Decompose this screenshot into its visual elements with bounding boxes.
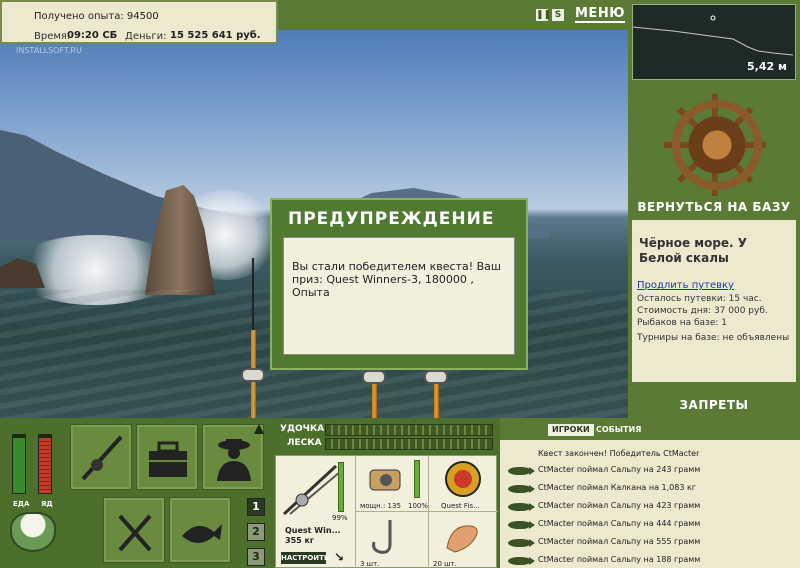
line-name: Quest Fis...	[441, 502, 480, 510]
line-label: ЛЕСКА	[287, 438, 322, 448]
event-row: CtMacter поймал Сальпу на 423 грамм	[538, 501, 701, 510]
poison-meter	[38, 434, 52, 494]
fish-icon	[182, 524, 222, 543]
rod-2[interactable]	[362, 370, 386, 418]
events-header: ИГРОКИ СОБЫТИЯ	[500, 418, 800, 440]
tackle-box-icon	[149, 441, 187, 477]
reel-condition: 100%	[408, 502, 429, 510]
fish-icon	[508, 557, 535, 565]
right-panel: 5,42 м ВЕРНУТЬСЯ НА БАЗУ Чёрное море. У …	[628, 0, 800, 418]
event-row: Квест закончен! Победитель CtMacter	[538, 449, 700, 458]
bait-count: 20 шт.	[433, 560, 457, 568]
tab-players[interactable]: ИГРОКИ	[548, 424, 594, 436]
setup-button[interactable]: НАСТРОИТЬ	[281, 552, 329, 564]
fish-cage-button[interactable]	[169, 497, 231, 563]
event-row: CtMacter поймал Сальпу на 243 грамм	[538, 465, 701, 474]
hook-icon	[372, 520, 392, 554]
line-tension-bar	[325, 438, 493, 450]
rod-1[interactable]	[241, 330, 265, 418]
watermark: INSTALLSOFT.RU	[16, 46, 82, 55]
experience-text: Получено опыта: 94500	[34, 11, 159, 22]
location-title: Чёрное море. У Белой скалы	[639, 236, 748, 265]
event-row: CtMacter поймал Сальпу на 188 грамм	[538, 555, 701, 564]
rod-condition: 99%	[332, 514, 348, 522]
page-2-button[interactable]: 2	[247, 523, 265, 541]
time-label: Время:	[34, 31, 71, 42]
reel-icon	[362, 370, 386, 384]
rod-label: УДОЧКА	[280, 424, 325, 434]
event-row: CtMacter поймал Калкана на 1,083 кг	[538, 483, 696, 492]
food-meter	[12, 434, 26, 494]
dialog-title: ПРЕДУПРЕЖДЕНИЕ	[288, 209, 495, 229]
fish-icon	[508, 539, 535, 547]
bait-slot[interactable]: 20 шт.	[429, 512, 498, 568]
reel-slot[interactable]: мощн.: 135 100%	[356, 456, 429, 512]
base-info-line: Стоимость дня: 37 000 руб.	[637, 306, 768, 316]
bait-icon	[446, 525, 478, 553]
rods-button[interactable]	[70, 424, 132, 490]
money-label: Деньги:	[125, 31, 167, 42]
reel-icon	[241, 368, 265, 382]
depth-sonar: 5,42 м	[632, 4, 796, 80]
reel-icon	[424, 370, 448, 384]
line-slot[interactable]: Quest Fis...	[429, 456, 498, 512]
rod-condition-bar	[338, 462, 344, 512]
warning-dialog[interactable]: ПРЕДУПРЕЖДЕНИЕ Вы стали победителем квес…	[270, 198, 528, 370]
tacklebox-button[interactable]	[136, 424, 198, 490]
fish-icon	[508, 503, 535, 511]
fork-knife-icon	[118, 514, 152, 552]
return-to-base-button[interactable]: ВЕРНУТЬСЯ НА БАЗУ	[628, 200, 800, 214]
event-row: CtMacter поймал Сальпу на 444 грамм	[538, 519, 701, 528]
rod-name: Quest Win... 355 кг	[285, 526, 341, 545]
base-info-panel: Чёрное море. У Белой скалы Продлить путе…	[632, 220, 796, 382]
menu-button[interactable]: МЕНЮ	[575, 6, 625, 23]
poison-label: ЯД	[41, 500, 53, 508]
base-info-line: Рыбаков на базе: 1	[637, 318, 727, 328]
tackle-slots: 99% Quest Win... 355 кг НАСТРОИТЬ ↘ мощн.…	[275, 455, 498, 568]
status-panel: Получено опыта: 94500 Время: 09:20 СБ Де…	[0, 0, 278, 44]
base-info-line: Осталось путевки: 15 час.	[637, 294, 762, 304]
food-label: ЕДА	[13, 500, 30, 508]
base-info-line: Турниры на базе: не объявлены	[637, 333, 790, 343]
rod-tension-bar	[325, 424, 493, 436]
fishing-rod-icon	[81, 435, 123, 481]
page-1-button[interactable]: 1	[247, 498, 265, 516]
line-spool-image	[445, 461, 481, 497]
reel-image	[369, 469, 401, 491]
hook-count: 3 шт.	[360, 560, 380, 568]
bans-button[interactable]: ЗАПРЕТЫ	[628, 398, 800, 412]
fish-icon	[508, 485, 535, 493]
rod-image	[282, 464, 340, 516]
tab-events[interactable]: СОБЫТИЯ	[592, 424, 645, 436]
event-row: CtMacter поймал Сальпу на 555 грамм	[538, 537, 701, 546]
reel-power: мощн.: 135	[360, 502, 401, 510]
pause-icon[interactable]: ❚❚	[536, 9, 551, 21]
time-value: 09:20 СБ	[67, 30, 118, 41]
rod-3[interactable]	[424, 370, 448, 418]
dialog-message: Вы стали победителем квеста! Ваш приз: Q…	[283, 237, 515, 355]
hook-slot[interactable]: 3 шт.	[356, 512, 429, 568]
rod-slot[interactable]: 99% Quest Win... 355 кг НАСТРОИТЬ ↘	[276, 456, 356, 568]
food-button[interactable]	[103, 497, 165, 563]
page-3-button[interactable]: 3	[247, 548, 265, 566]
sound-button[interactable]: S	[552, 9, 564, 21]
fish-icon	[508, 467, 535, 475]
collapse-arrow-icon[interactable]	[254, 424, 264, 434]
fish-icon	[508, 521, 535, 529]
depth-value: 5,42 м	[747, 60, 787, 73]
ship-wheel-icon[interactable]	[672, 100, 762, 190]
arrow-icon: ↘	[334, 550, 345, 564]
reel-condition-bar	[414, 460, 420, 498]
extend-voucher-link[interactable]: Продлить путевку	[637, 280, 734, 291]
events-panel: ИГРОКИ СОБЫТИЯ Квест закончен! Победител…	[500, 418, 800, 568]
cauldron-icon[interactable]	[10, 512, 56, 552]
fisherman-icon	[217, 439, 251, 481]
money-value: 15 525 641 руб.	[170, 30, 261, 41]
